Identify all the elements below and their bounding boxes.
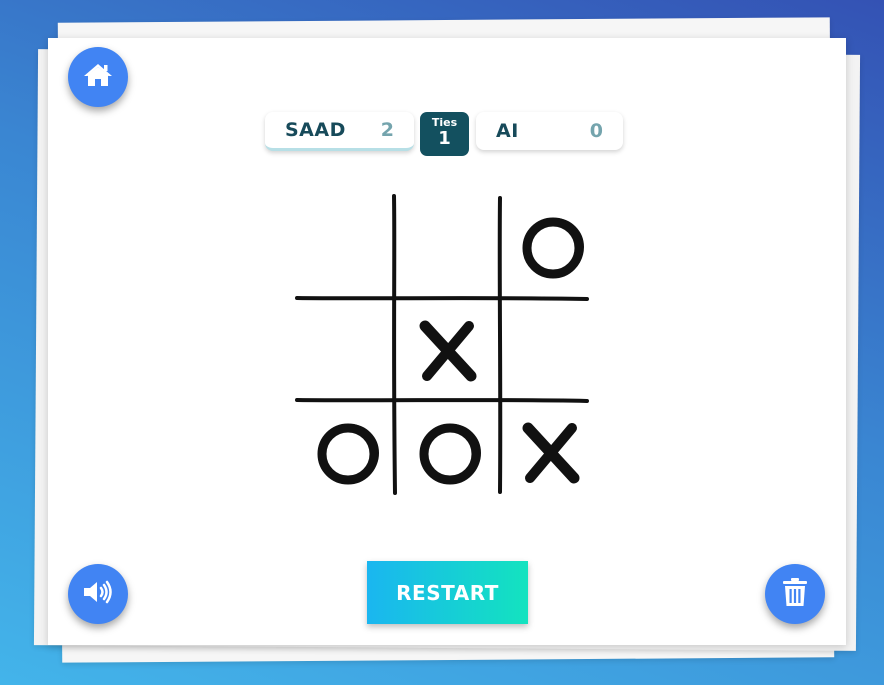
restart-button[interactable]: RESTART (367, 561, 528, 624)
board-cell-3[interactable] (500, 196, 600, 296)
board-cell-8[interactable] (397, 402, 497, 502)
x-mark-icon (522, 422, 580, 484)
ties-box: Ties 1 (420, 112, 469, 156)
board-cell-2[interactable] (397, 196, 497, 296)
delete-button[interactable] (765, 564, 825, 624)
player2-score: 0 (589, 120, 603, 142)
sound-button[interactable] (68, 564, 128, 624)
home-button[interactable] (68, 47, 128, 107)
board-cell-9[interactable] (500, 402, 600, 502)
board-cell-4[interactable] (295, 300, 395, 400)
o-mark-icon (419, 423, 481, 485)
ties-count: 1 (438, 128, 451, 149)
player1-score: 2 (380, 119, 394, 141)
o-mark-icon (317, 423, 379, 485)
player1-score-box: SAAD 2 (265, 112, 414, 151)
o-mark-icon (522, 217, 584, 279)
board-cell-5[interactable] (397, 300, 497, 400)
player1-name: SAAD (285, 119, 346, 141)
player2-name: AI (496, 120, 519, 142)
volume-icon (82, 579, 114, 609)
board-cell-1[interactable] (295, 196, 395, 296)
game-board (290, 190, 595, 500)
board-cell-6[interactable] (500, 300, 600, 400)
x-mark-icon (419, 320, 477, 382)
player2-score-box: AI 0 (476, 112, 623, 150)
trash-icon (783, 578, 807, 610)
home-icon (83, 62, 113, 92)
board-cell-7[interactable] (295, 402, 395, 502)
